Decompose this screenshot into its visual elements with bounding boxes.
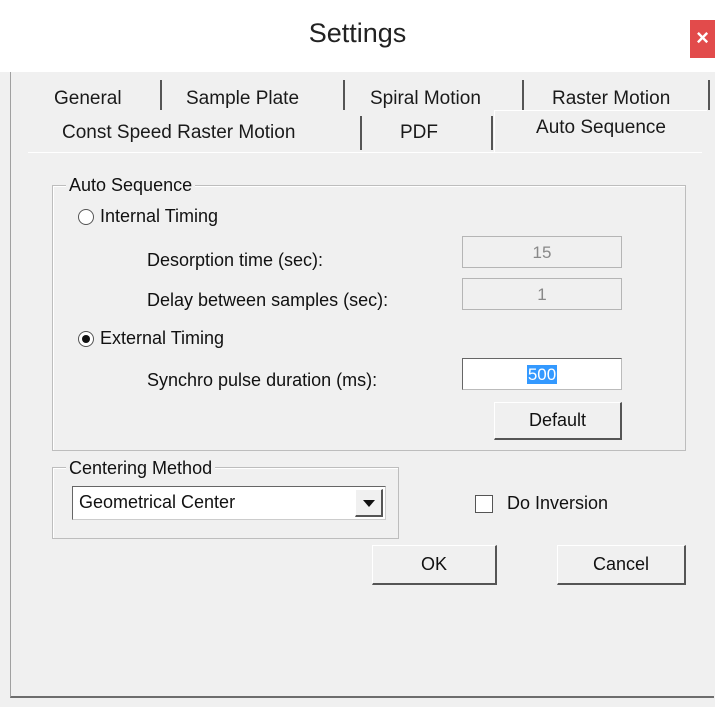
tab-separator <box>708 80 710 110</box>
synchro-pulse-duration-field[interactable]: 500 <box>462 358 622 390</box>
chevron-down-icon[interactable] <box>355 489 383 517</box>
delay-between-samples-field[interactable]: 1 <box>462 278 622 310</box>
tab-auto-sequence[interactable]: Auto Sequence <box>494 110 707 153</box>
external-timing-label[interactable]: External Timing <box>100 328 224 349</box>
tab-raster-motion[interactable]: Raster Motion <box>552 88 670 110</box>
tab-pdf[interactable]: PDF <box>400 122 438 144</box>
ok-button[interactable]: OK <box>372 545 497 585</box>
centering-method-dropdown[interactable]: Geometrical Center <box>72 486 386 520</box>
desorption-time-label: Desorption time (sec): <box>147 250 324 270</box>
tab-separator <box>522 80 524 110</box>
title-bar: Settings × <box>0 0 715 72</box>
centering-method-group-label: Centering Method <box>66 458 216 479</box>
close-button[interactable]: × <box>690 20 715 58</box>
tab-separator <box>160 80 162 110</box>
cancel-button[interactable]: Cancel <box>557 545 686 585</box>
tab-spiral-motion[interactable]: Spiral Motion <box>370 88 481 110</box>
delay-between-samples-label: Delay between samples (sec): <box>147 290 389 310</box>
default-button[interactable]: Default <box>494 402 622 440</box>
tab-separator <box>343 80 345 110</box>
synchro-pulse-duration-label: Synchro pulse duration (ms): <box>147 370 378 390</box>
tab-separator <box>491 116 493 150</box>
tab-general[interactable]: General <box>54 88 122 110</box>
do-inversion-checkbox[interactable] <box>475 495 493 513</box>
tab-auto-sequence-label: Auto Sequence <box>536 117 666 138</box>
desorption-time-field[interactable]: 15 <box>462 236 622 268</box>
auto-sequence-group-label: Auto Sequence <box>66 175 196 196</box>
window-title: Settings <box>308 18 407 48</box>
internal-timing-label[interactable]: Internal Timing <box>100 206 218 227</box>
external-timing-radio[interactable] <box>78 331 94 347</box>
selected-text: 500 <box>526 365 558 384</box>
tab-separator <box>360 116 362 150</box>
centering-method-value: Geometrical Center <box>79 492 236 512</box>
do-inversion-label[interactable]: Do Inversion <box>507 493 608 514</box>
tab-const-speed-raster-motion[interactable]: Const Speed Raster Motion <box>62 122 295 144</box>
internal-timing-radio[interactable] <box>78 209 94 225</box>
radio-selected-dot <box>82 335 90 343</box>
tab-sample-plate[interactable]: Sample Plate <box>186 88 299 110</box>
